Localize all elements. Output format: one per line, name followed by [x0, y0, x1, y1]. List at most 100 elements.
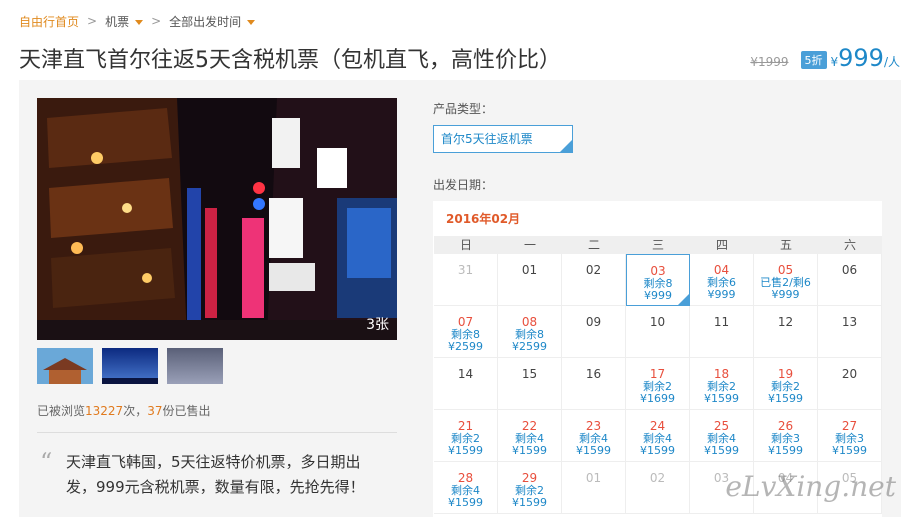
- day-number: 14: [457, 367, 474, 381]
- calendar-day[interactable]: 06: [818, 254, 882, 306]
- calendar-day[interactable]: 04 剩余6 ¥999: [690, 254, 754, 306]
- thumbnail-3[interactable]: [167, 348, 223, 384]
- stats-suffix: 份已售出: [162, 404, 211, 418]
- calendar-day[interactable]: 01: [498, 254, 562, 306]
- calendar-day[interactable]: 16: [562, 358, 626, 410]
- discount-badge: 5折: [800, 51, 827, 69]
- price-block: ¥1999 5折 ¥ 999 /人: [750, 44, 900, 72]
- thumbnail-2[interactable]: [102, 348, 158, 384]
- day-number: 31: [457, 263, 474, 277]
- day-number: 16: [585, 367, 602, 381]
- day-price: ¥1599: [576, 444, 611, 457]
- calendar-day[interactable]: 03 剩余8 ¥999: [626, 254, 690, 306]
- day-number: 01: [521, 263, 538, 277]
- day-price: ¥1599: [768, 392, 803, 405]
- day-price: ¥1599: [448, 444, 483, 457]
- calendar-month: 2016年02月: [446, 212, 521, 226]
- skyline-thumbnail: [102, 348, 158, 384]
- calendar-day[interactable]: 21 剩余2 ¥1599: [434, 410, 498, 462]
- divider: [37, 432, 397, 433]
- calendar-day[interactable]: 20: [818, 358, 882, 410]
- calendar-day[interactable]: 29 剩余2 ¥1599: [498, 462, 562, 514]
- chevron-down-icon: [247, 19, 256, 25]
- day-price: ¥1599: [704, 392, 739, 405]
- day-number: 09: [585, 315, 602, 329]
- day-price: ¥2599: [512, 340, 547, 353]
- day-number: 15: [521, 367, 538, 381]
- calendar-day[interactable]: 28 剩余4 ¥1599: [434, 462, 498, 514]
- day-number: 02: [585, 263, 602, 277]
- day-price: ¥1599: [704, 444, 739, 457]
- hero-image[interactable]: 3张: [37, 98, 397, 340]
- breadcrumb-flight-dropdown[interactable]: 机票: [105, 13, 144, 30]
- day-number: 11: [713, 315, 730, 329]
- weekday-label: 一: [523, 238, 536, 252]
- breadcrumb-separator: >: [151, 14, 162, 28]
- sold-count: 37: [147, 404, 163, 418]
- calendar-day[interactable]: 13: [818, 306, 882, 358]
- day-number: 06: [841, 263, 858, 277]
- day-price: ¥1599: [448, 496, 483, 509]
- product-type-label: 产品类型：: [433, 102, 494, 116]
- breadcrumb-time-dropdown[interactable]: 全部出发时间: [169, 13, 256, 30]
- calendar-day[interactable]: 27 剩余3 ¥1599: [818, 410, 882, 462]
- weekday-label: 三: [651, 238, 664, 252]
- calendar-day[interactable]: 24 剩余4 ¥1599: [626, 410, 690, 462]
- calendar-day[interactable]: 26 剩余3 ¥1599: [754, 410, 818, 462]
- weekday-label: 四: [715, 238, 728, 252]
- calendar-day[interactable]: 18 剩余2 ¥1599: [690, 358, 754, 410]
- calendar-day[interactable]: 17 剩余2 ¥1699: [626, 358, 690, 410]
- product-type-value: 首尔5天往返机票: [441, 132, 533, 146]
- calendar-day[interactable]: 31: [434, 254, 498, 306]
- photo-count-badge: 3张: [366, 317, 389, 333]
- weekday-label: 二: [587, 238, 600, 252]
- day-price: ¥1599: [768, 444, 803, 457]
- calendar-day[interactable]: 12: [754, 306, 818, 358]
- view-count: 13227: [85, 404, 124, 418]
- breadcrumb-flight-label: 机票: [105, 14, 130, 29]
- day-number: 12: [777, 315, 794, 329]
- calendar-day[interactable]: 10: [626, 306, 690, 358]
- stats-mid: 次，: [123, 404, 148, 418]
- calendar-day[interactable]: 22 剩余4 ¥1599: [498, 410, 562, 462]
- calendar-day[interactable]: 25 剩余4 ¥1599: [690, 410, 754, 462]
- weekday-label: 日: [459, 238, 472, 252]
- street-night-illustration: [37, 98, 397, 340]
- product-type-option[interactable]: 首尔5天往返机票: [433, 125, 573, 153]
- price-unit: /人: [883, 55, 900, 69]
- thumbnail-1[interactable]: [37, 348, 93, 384]
- calendar-day[interactable]: 02: [626, 462, 690, 514]
- calendar-day[interactable]: 02: [562, 254, 626, 306]
- departure-date-label: 出发日期：: [433, 178, 494, 192]
- calendar-day[interactable]: 01: [562, 462, 626, 514]
- day-price: ¥1599: [512, 444, 547, 457]
- day-price: ¥999: [707, 288, 736, 301]
- original-price: ¥1999: [750, 55, 789, 69]
- temple-thumbnail: [37, 348, 93, 384]
- day-price: ¥999: [771, 288, 800, 301]
- quote-icon: “: [40, 448, 53, 476]
- calendar-day[interactable]: 23 剩余4 ¥1599: [562, 410, 626, 462]
- product-description: 天津直飞韩国，5天往返特价机票，多日期出发，999元含税机票，数量有限，先抢先得…: [66, 453, 365, 496]
- calendar-day[interactable]: 15: [498, 358, 562, 410]
- page-title: 天津直飞首尔往返5天含税机票（包机直飞，高性价比）: [19, 48, 561, 73]
- day-price: ¥2599: [448, 340, 483, 353]
- day-number: 10: [649, 315, 666, 329]
- dusk-thumbnail: [167, 348, 223, 384]
- calendar-day[interactable]: 11: [690, 306, 754, 358]
- currency-symbol: ¥: [830, 55, 839, 69]
- selected-check-icon: [560, 140, 572, 152]
- current-price: 999: [838, 44, 884, 72]
- breadcrumb-home-link[interactable]: 自由行首页: [19, 13, 79, 30]
- calendar-day[interactable]: 08 剩余8 ¥2599: [498, 306, 562, 358]
- calendar-day[interactable]: 05 已售2/剩6 ¥999: [754, 254, 818, 306]
- weekday-label: 六: [843, 238, 856, 252]
- weekday-header: 日一二三四五六: [434, 236, 882, 254]
- calendar-day[interactable]: 07 剩余8 ¥2599: [434, 306, 498, 358]
- weekday-label: 五: [779, 238, 792, 252]
- view-sales-stats: 已被浏览13227次，37份已售出: [37, 402, 211, 419]
- calendar-day[interactable]: 09: [562, 306, 626, 358]
- calendar-day[interactable]: 19 剩余2 ¥1599: [754, 358, 818, 410]
- breadcrumb-separator: >: [87, 14, 98, 28]
- calendar-day[interactable]: 14: [434, 358, 498, 410]
